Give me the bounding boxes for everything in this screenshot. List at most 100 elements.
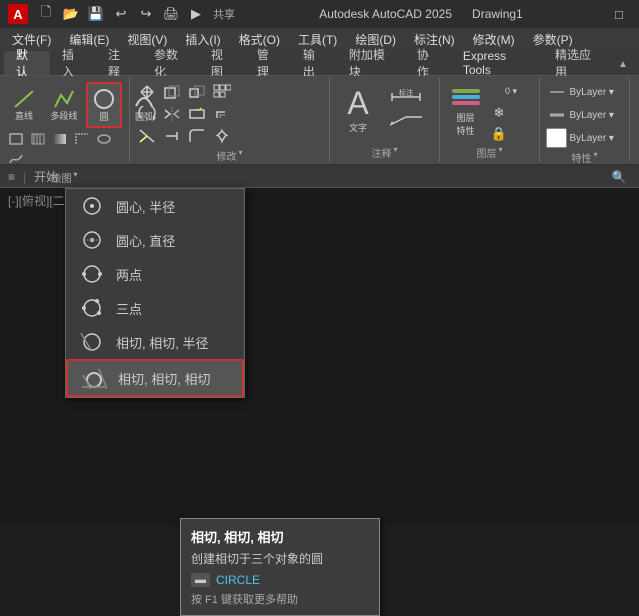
- dim-tools: 标注: [386, 82, 426, 132]
- tab-output[interactable]: 输出: [291, 51, 337, 75]
- mirror-button[interactable]: [161, 104, 183, 124]
- dim-icon: 标注: [388, 85, 424, 103]
- rect-button[interactable]: [6, 130, 26, 148]
- ribbon: 直线 多段线 圆: [0, 76, 639, 166]
- line-tool-group: 直线: [6, 82, 42, 128]
- layer-lock-button[interactable]: 🔒: [489, 125, 509, 143]
- menu-item-two-points[interactable]: 两点: [66, 257, 244, 291]
- draw-tools-row: 直线 多段线 圆: [6, 82, 123, 128]
- layers-section-label: 图层 ▾: [446, 145, 533, 160]
- explode-button[interactable]: [211, 126, 233, 146]
- nav-button[interactable]: ▶: [184, 3, 208, 25]
- three-points-label: 三点: [116, 299, 142, 318]
- draw-dropdown-arrow[interactable]: ▾: [73, 170, 77, 185]
- tab-expresstools[interactable]: Express Tools: [451, 51, 543, 75]
- layers-dropdown-arrow[interactable]: ▾: [498, 145, 502, 160]
- menu-item-tan-tan-tan[interactable]: 相切, 相切, 相切: [66, 359, 244, 397]
- leader-icon: [388, 111, 424, 129]
- ribbon-collapse-btn[interactable]: ▲: [611, 53, 635, 75]
- annotate-dropdown-arrow[interactable]: ▾: [393, 145, 397, 160]
- tab-view[interactable]: 视图: [199, 51, 245, 75]
- restore-button[interactable]: □: [607, 3, 631, 25]
- extend-icon: [163, 128, 181, 144]
- gradient-button[interactable]: [50, 130, 70, 148]
- fillet-button[interactable]: [186, 126, 208, 146]
- lineweight-icon: [548, 108, 566, 122]
- circle-label: 圆: [99, 110, 108, 123]
- line-label: 直线: [15, 109, 33, 122]
- boundary-icon: [75, 133, 89, 145]
- tab-collaborate[interactable]: 协作: [405, 51, 451, 75]
- modify-main-tools: [136, 82, 158, 146]
- tab-annotate[interactable]: 注释: [96, 51, 142, 75]
- tab-addon[interactable]: 附加模块: [337, 51, 405, 75]
- polyline-tool-group: 多段线: [46, 82, 82, 128]
- polyline-button[interactable]: 多段线: [46, 82, 82, 128]
- lineweight-button[interactable]: [546, 105, 567, 125]
- open-button[interactable]: 📂: [59, 3, 83, 25]
- move-button[interactable]: [136, 82, 158, 102]
- text-a-icon: A: [347, 87, 368, 119]
- ellipse-icon: [97, 133, 111, 145]
- modify-dropdown-arrow[interactable]: ▾: [238, 148, 242, 163]
- tab-parameterize[interactable]: 参数化: [142, 51, 199, 75]
- trim-button[interactable]: [136, 126, 158, 146]
- circle-button[interactable]: 圆: [86, 82, 122, 128]
- stretch-button[interactable]: [186, 104, 208, 124]
- center-diameter-label: 圆心, 直径: [116, 231, 175, 250]
- tab-default[interactable]: 默认: [4, 51, 50, 75]
- app-logo[interactable]: A: [8, 4, 28, 24]
- hatch-button[interactable]: [28, 130, 48, 148]
- explode-icon: [213, 128, 231, 144]
- ellipse-button[interactable]: [94, 130, 114, 148]
- scale-button[interactable]: [186, 82, 208, 102]
- draw-section: 直线 多段线 圆: [0, 78, 130, 162]
- save-button[interactable]: 💾: [84, 3, 108, 25]
- layer-combo[interactable]: 0 ▾: [489, 83, 533, 101]
- menu-item-tan-tan-radius[interactable]: 相切, 相切, 半径: [66, 325, 244, 359]
- boundary-button[interactable]: [72, 130, 92, 148]
- layer-freeze-button[interactable]: ❄: [489, 104, 509, 122]
- menu-item-center-diameter[interactable]: 圆心, 直径: [66, 223, 244, 257]
- copy-button[interactable]: [161, 82, 183, 102]
- tooltip-title: 相切, 相切, 相切: [191, 527, 369, 546]
- spline-button[interactable]: [6, 150, 26, 168]
- tab-insert[interactable]: 插入: [50, 51, 96, 75]
- line-button[interactable]: 直线: [6, 82, 42, 128]
- modify-section: 修改 ▾: [130, 78, 330, 162]
- share-label[interactable]: 共享: [213, 6, 235, 22]
- mirror-icon: [163, 106, 181, 122]
- two-points-label: 两点: [116, 265, 142, 284]
- offset-button[interactable]: [211, 104, 233, 124]
- trim-icon: [138, 128, 156, 144]
- layers-section: 图层特性 0 ▾ ❄ 🔒 图层 ▾: [440, 78, 540, 162]
- menu-modify[interactable]: 修改(M): [465, 28, 523, 50]
- plot-button[interactable]: 🖨: [159, 3, 183, 25]
- text-button[interactable]: A 文字: [336, 82, 380, 138]
- extend-button[interactable]: [161, 126, 183, 146]
- tab-fineapp[interactable]: 精选应用: [543, 51, 611, 75]
- search-button[interactable]: 🔍: [607, 166, 631, 188]
- tab-manage[interactable]: 管理: [245, 51, 291, 75]
- dim-button[interactable]: 标注: [386, 82, 426, 106]
- center-radius-icon: [78, 195, 106, 217]
- layer-properties-button[interactable]: 图层特性: [446, 82, 485, 138]
- array-button[interactable]: [211, 82, 233, 102]
- fillet-icon: [188, 128, 206, 144]
- tan-tan-tan-icon: [80, 367, 108, 389]
- leader-button[interactable]: [386, 108, 426, 132]
- new-button[interactable]: 🗋: [34, 3, 58, 25]
- draw-small-tools: [6, 130, 123, 168]
- redo-button[interactable]: ↪: [134, 3, 158, 25]
- menu-item-center-radius[interactable]: 圆心, 半径: [66, 189, 244, 223]
- tan-tan-radius-icon: [78, 331, 106, 353]
- lineweight-value: ByLayer ▾: [569, 105, 623, 125]
- menu-item-three-points[interactable]: 三点: [66, 291, 244, 325]
- three-points-icon: [78, 297, 106, 319]
- color-button[interactable]: [546, 128, 567, 148]
- undo-button[interactable]: ↩: [109, 3, 133, 25]
- rotate-button[interactable]: [136, 104, 158, 124]
- linetype-button[interactable]: [546, 82, 567, 102]
- quick-access-toolbar: 🗋 📂 💾 ↩ ↪ 🖨 ▶ 共享: [34, 3, 235, 25]
- properties-dropdown-arrow[interactable]: ▾: [593, 150, 597, 165]
